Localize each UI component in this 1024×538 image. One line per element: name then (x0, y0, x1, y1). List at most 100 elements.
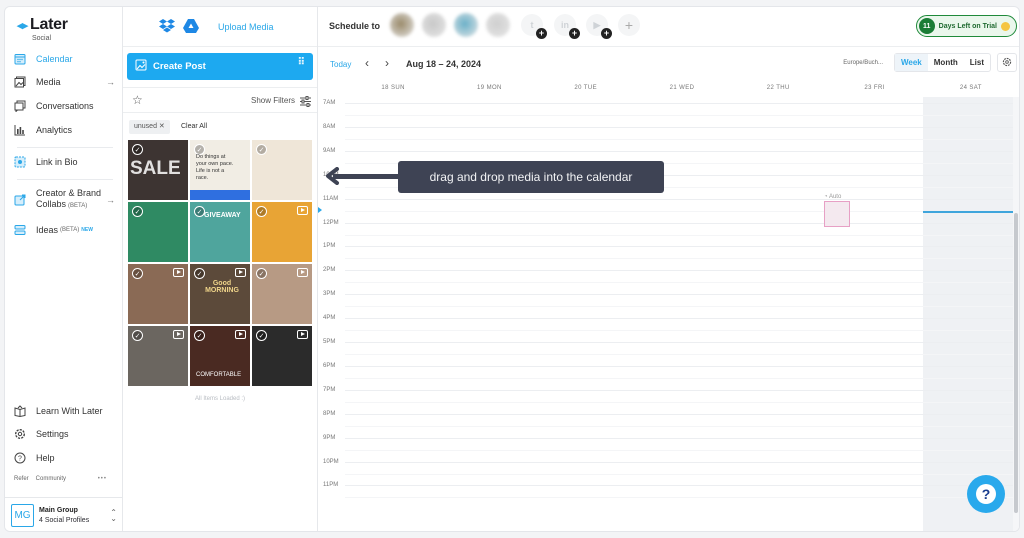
filter-sliders-icon[interactable] (300, 94, 311, 112)
sidebar-item-help[interactable]: ? Help (13, 451, 115, 465)
more-icon[interactable]: ••• (98, 476, 107, 482)
google-drive-icon[interactable] (183, 19, 199, 38)
hour-row[interactable]: 8PM (318, 408, 1019, 432)
trial-badge[interactable]: 11 Days Left on Trial (915, 15, 1017, 37)
select-check-icon[interactable]: ✓ (132, 144, 143, 155)
select-check-icon[interactable]: ✓ (132, 330, 143, 341)
all-loaded-text: All Items Loaded :) (194, 396, 246, 402)
hour-line (345, 461, 1019, 463)
media-tile[interactable]: ✓ (252, 202, 312, 262)
hour-row[interactable]: 11PM (318, 479, 1019, 503)
profile-avatar[interactable] (486, 13, 510, 37)
brand-name: Later (30, 16, 68, 33)
tile-caption: COMFORTABLE (196, 372, 242, 378)
profile-avatar[interactable] (422, 13, 446, 37)
sidebar-item-analytics[interactable]: Analytics (13, 123, 115, 137)
sidebar-item-learn[interactable]: Learn With Later (13, 404, 115, 418)
clear-all-button[interactable]: Clear All (181, 123, 207, 130)
hour-row[interactable]: 5PM (318, 336, 1019, 360)
chevron-left-icon[interactable]: ‹ (365, 56, 369, 70)
help-icon: ? (13, 451, 27, 465)
view-list-tab[interactable]: List (964, 54, 990, 71)
hour-row[interactable]: 3PM (318, 288, 1019, 312)
youtube-profile-button[interactable]: ▶ + (586, 14, 612, 39)
media-tile[interactable]: ✓ (252, 326, 312, 386)
book-icon (13, 404, 27, 418)
half-hour-line (345, 401, 1019, 403)
select-check-icon[interactable]: ✓ (256, 144, 267, 155)
half-hour-line (345, 306, 1019, 308)
dropbox-icon[interactable] (159, 19, 175, 38)
hour-label: 1PM (323, 243, 336, 250)
media-tile[interactable]: ✓ SALE (128, 140, 188, 200)
select-check-icon[interactable]: ✓ (132, 206, 143, 217)
sidebar-item-settings[interactable]: Settings (13, 427, 115, 441)
today-button[interactable]: Today (330, 60, 351, 69)
profile-avatar[interactable] (390, 13, 414, 37)
hour-row[interactable]: 11AM (318, 193, 1019, 217)
sidebar: ◂▸ Later Social Calendar Media → Convers… (5, 7, 123, 531)
help-chat-button[interactable]: ? (967, 475, 1005, 513)
hour-row[interactable]: 10PM (318, 456, 1019, 480)
add-profile-button[interactable]: + (618, 14, 640, 36)
select-check-icon[interactable]: ✓ (194, 268, 205, 279)
media-tile[interactable]: ✓ (128, 326, 188, 386)
select-check-icon[interactable]: ✓ (256, 330, 267, 341)
sidebar-item-conversations[interactable]: Conversations (13, 99, 115, 113)
create-post-button[interactable]: Create Post ⠿ (127, 53, 313, 80)
close-icon[interactable]: ✕ (159, 123, 165, 130)
media-tile[interactable]: ✓ (128, 264, 188, 324)
select-check-icon[interactable]: ✓ (256, 268, 267, 279)
sidebar-item-link-in-bio[interactable]: Link in Bio (13, 155, 115, 169)
media-tile[interactable]: ✓ (252, 140, 312, 200)
linkedin-icon: in (561, 20, 569, 30)
hour-row[interactable]: 1PM (318, 240, 1019, 264)
sidebar-divider (17, 147, 113, 148)
upload-media-link[interactable]: Upload Media (218, 22, 274, 32)
drag-handle-icon[interactable]: ⠿ (298, 58, 305, 68)
sidebar-item-media[interactable]: Media → (13, 75, 115, 89)
hour-row[interactable]: 6PM (318, 360, 1019, 384)
community-link[interactable]: Community (36, 476, 66, 482)
star-icon[interactable]: ☆ (132, 93, 143, 107)
smile-emoji-icon (1001, 21, 1010, 31)
profile-avatar[interactable] (454, 13, 478, 37)
calendar-scrollbar[interactable] (1013, 97, 1019, 531)
sidebar-item-calendar[interactable]: Calendar (13, 52, 115, 66)
group-switcher[interactable]: MG Main Group 4 Social Profiles ⌃ ⌄ (5, 497, 123, 531)
hour-line (345, 103, 1019, 104)
hour-row[interactable]: 9PM (318, 432, 1019, 456)
calendar-icon (13, 52, 27, 66)
media-tile[interactable]: ✓ Good MORNING (190, 264, 250, 324)
hour-label: 3PM (323, 291, 336, 298)
linkedin-profile-button[interactable]: in + (554, 14, 580, 39)
media-tile[interactable]: ✓ Do things at your own pace. Life is not… (190, 140, 250, 200)
media-tile[interactable]: ✓ GIVEAWAY (190, 202, 250, 262)
media-tile[interactable]: ✓ (128, 202, 188, 262)
media-tile[interactable]: ✓ COMFORTABLE (190, 326, 250, 386)
hour-row[interactable]: 8AM (318, 121, 1019, 145)
show-filters-button[interactable]: Show Filters (251, 96, 295, 105)
refer-link[interactable]: Refer (14, 476, 29, 482)
hour-row[interactable]: 2PM (318, 264, 1019, 288)
select-check-icon[interactable]: ✓ (132, 268, 143, 279)
hour-row[interactable]: 7PM (318, 384, 1019, 408)
scrollbar-thumb[interactable] (1014, 213, 1018, 513)
calendar-settings-button[interactable] (997, 53, 1017, 72)
hour-row[interactable]: 4PM (318, 312, 1019, 336)
hour-row[interactable]: 7AM (318, 97, 1019, 121)
sidebar-item-ideas[interactable]: Ideas (BETA) NEW (13, 223, 115, 237)
twitter-profile-button[interactable]: t + (521, 14, 547, 39)
create-post-icon (135, 59, 147, 74)
view-week-tab[interactable]: Week (895, 54, 928, 71)
hour-row[interactable]: 12PM (318, 217, 1019, 241)
view-month-tab[interactable]: Month (928, 54, 964, 71)
media-tile[interactable]: ✓ (252, 264, 312, 324)
scheduled-post[interactable]: ◔ Auto (824, 194, 850, 227)
select-check-icon[interactable]: ✓ (256, 206, 267, 217)
select-check-icon[interactable]: ✓ (194, 330, 205, 341)
chevron-right-icon[interactable]: › (385, 56, 389, 70)
sidebar-item-collabs[interactable]: Creator & Brand Collabs (BETA) → (13, 188, 115, 212)
filter-chip[interactable]: unused ✕ (129, 120, 170, 134)
timezone-selector[interactable]: Europe/Buch... (843, 60, 883, 66)
